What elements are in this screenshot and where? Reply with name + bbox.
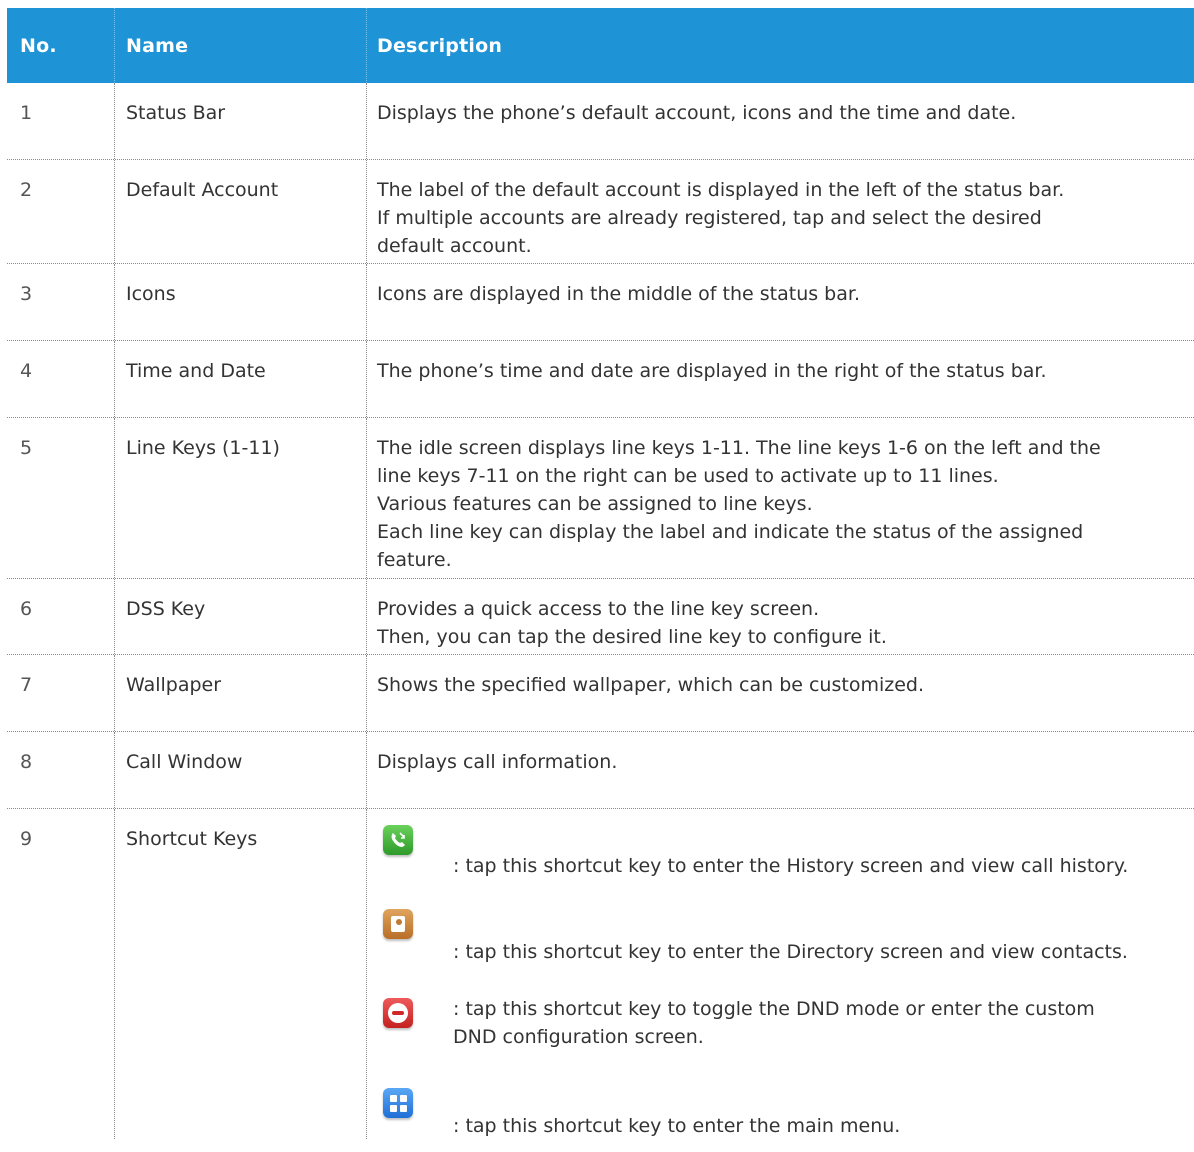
column-divider	[114, 655, 115, 731]
row-number: 9	[20, 828, 33, 850]
shortcut-description: : tap this shortcut key to enter the His…	[453, 855, 1129, 877]
menu-grid-glyph	[389, 1094, 407, 1112]
column-divider	[114, 809, 115, 1139]
row-number: 5	[20, 437, 33, 459]
column-divider	[366, 83, 367, 159]
description-line: Various features can be assigned to line…	[377, 493, 813, 515]
description-line: Displays call information.	[377, 751, 618, 773]
row-name: Call Window	[126, 751, 243, 773]
phone-glyph	[391, 832, 405, 847]
column-divider	[114, 8, 115, 83]
row-name: DSS Key	[126, 598, 206, 620]
row-description: The label of the default account is disp…	[377, 176, 1189, 260]
description-line: Then, you can tap the desired line key t…	[377, 626, 887, 648]
column-divider	[114, 418, 115, 578]
column-divider	[366, 579, 367, 654]
dnd-icon	[383, 998, 413, 1028]
row-name: Icons	[126, 283, 176, 305]
description-line: line keys 7-11 on the right can be used …	[377, 465, 999, 487]
description-line: If multiple accounts are already registe…	[377, 207, 1042, 229]
row-number: 2	[20, 179, 33, 201]
header-description: Description	[377, 35, 503, 57]
row-description: Displays the phone’s default account, ic…	[377, 99, 1189, 127]
table-row: 9 Shortcut Keys : tap this shortcut key …	[7, 809, 1194, 1139]
description-line: feature.	[377, 549, 452, 571]
row-number: 3	[20, 283, 33, 305]
column-divider	[366, 341, 367, 417]
row-number: 6	[20, 598, 33, 620]
description-line: Shows the specified wallpaper, which can…	[377, 674, 925, 696]
header-no: No.	[20, 35, 57, 57]
row-description: Icons are displayed in the middle of the…	[377, 280, 1189, 308]
table-row: 3 Icons Icons are displayed in the middl…	[7, 264, 1194, 341]
shortcut-description: : tap this shortcut key to enter the mai…	[453, 1115, 901, 1137]
shortcut-description: : tap this shortcut key to toggle the DN…	[453, 998, 1095, 1020]
table-row: 4 Time and Date The phone’s time and dat…	[7, 341, 1194, 418]
description-line: default account.	[377, 235, 532, 257]
dnd-glyph	[388, 1003, 408, 1023]
contact-card-glyph	[391, 916, 405, 932]
column-divider	[114, 732, 115, 808]
table-row: 6 DSS Key Provides a quick access to the…	[7, 579, 1194, 655]
table-header: No. Name Description	[7, 8, 1194, 83]
column-divider	[366, 809, 367, 1139]
column-divider	[366, 8, 367, 83]
row-name: Default Account	[126, 179, 279, 201]
description-line: Provides a quick access to the line key …	[377, 598, 820, 620]
column-divider	[114, 579, 115, 654]
description-line: The phone’s time and date are displayed …	[377, 360, 1047, 382]
table-row: 7 Wallpaper Shows the specified wallpape…	[7, 655, 1194, 732]
column-divider	[114, 341, 115, 417]
row-description: Displays call information.	[377, 748, 1189, 776]
column-divider	[114, 83, 115, 159]
column-divider	[114, 264, 115, 340]
column-divider	[366, 264, 367, 340]
column-divider	[366, 160, 367, 263]
description-line: Icons are displayed in the middle of the…	[377, 283, 860, 305]
row-name: Status Bar	[126, 102, 226, 124]
row-description: The phone’s time and date are displayed …	[377, 357, 1189, 385]
row-number: 8	[20, 751, 33, 773]
row-name: Time and Date	[126, 360, 266, 382]
table-row: 1 Status Bar Displays the phone’s defaul…	[7, 83, 1194, 160]
row-description: The idle screen displays line keys 1-11.…	[377, 434, 1189, 574]
column-divider	[366, 418, 367, 578]
directory-icon	[383, 909, 413, 939]
column-divider	[114, 160, 115, 263]
shortcut-description-continued: DND configuration screen.	[453, 1026, 704, 1048]
history-icon	[383, 825, 413, 855]
column-divider	[366, 655, 367, 731]
row-name: Line Keys (1-11)	[126, 437, 280, 459]
description-line: Displays the phone’s default account, ic…	[377, 102, 1017, 124]
menu-icon	[383, 1088, 413, 1118]
row-description: Shows the specified wallpaper, which can…	[377, 671, 1189, 699]
column-divider	[366, 732, 367, 808]
description-line: Each line key can display the label and …	[377, 521, 1084, 543]
shortcut-description: : tap this shortcut key to enter the Dir…	[453, 941, 1128, 963]
table-row: 8 Call Window Displays call information.	[7, 732, 1194, 809]
feature-table: No. Name Description 1 Status Bar Displa…	[7, 8, 1194, 1139]
header-name: Name	[126, 35, 189, 57]
table-row: 2 Default Account The label of the defau…	[7, 160, 1194, 264]
row-description: Provides a quick access to the line key …	[377, 595, 1189, 651]
row-number: 4	[20, 360, 33, 382]
row-number: 7	[20, 674, 33, 696]
description-line: The idle screen displays line keys 1-11.…	[377, 437, 1101, 459]
description-line: The label of the default account is disp…	[377, 179, 1065, 201]
table-row: 5 Line Keys (1-11) The idle screen displ…	[7, 418, 1194, 579]
row-name: Wallpaper	[126, 674, 222, 696]
row-number: 1	[20, 102, 33, 124]
row-name: Shortcut Keys	[126, 828, 258, 850]
